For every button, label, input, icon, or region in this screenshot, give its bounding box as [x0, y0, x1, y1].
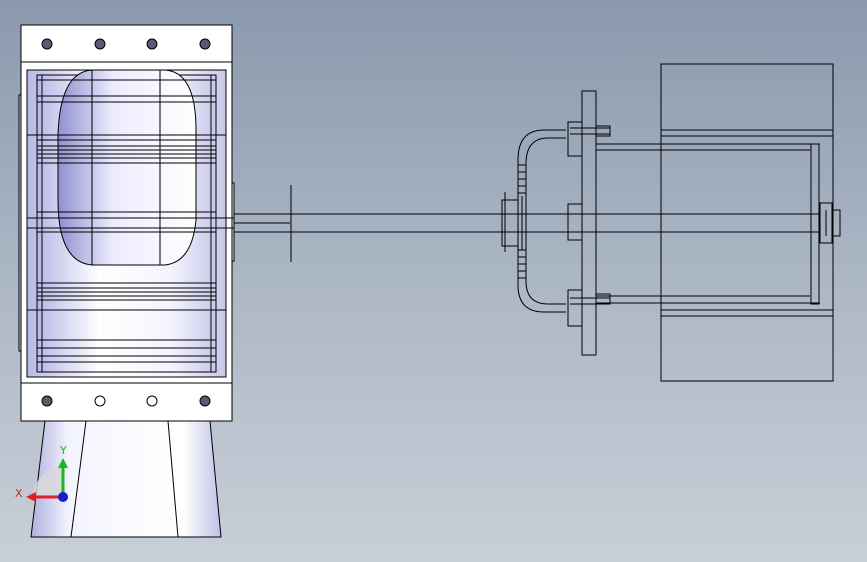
bolt-hole [199, 395, 211, 407]
bolt-hole [41, 395, 53, 407]
bolt-hole [94, 38, 106, 50]
bolt-hole [146, 38, 158, 50]
rotor-pocket [57, 69, 197, 266]
coupling-guard [517, 129, 566, 313]
bolt-hole [199, 38, 211, 50]
bolt-hole [146, 395, 158, 407]
x-axis-label: X [15, 487, 23, 500]
coupling-hub [501, 199, 519, 247]
motor-end-cap [810, 143, 820, 305]
bolt-block-top [567, 121, 583, 157]
y-axis-label: Y [59, 444, 67, 457]
graphics-viewport[interactable]: Y X [0, 0, 867, 562]
z-axis-dot [58, 492, 68, 502]
mounting-plate [581, 90, 597, 356]
gear-motor[interactable] [660, 63, 841, 382]
drive-shaft[interactable] [234, 185, 820, 262]
bolt-hole [94, 395, 106, 407]
bolt-block-mid [567, 203, 583, 241]
valve-housing[interactable] [18, 24, 235, 422]
cad-model-view[interactable]: Y X [0, 0, 867, 562]
bolt-hole [41, 38, 53, 50]
motor-housing [660, 63, 834, 382]
bolt-block-bottom [567, 289, 583, 327]
